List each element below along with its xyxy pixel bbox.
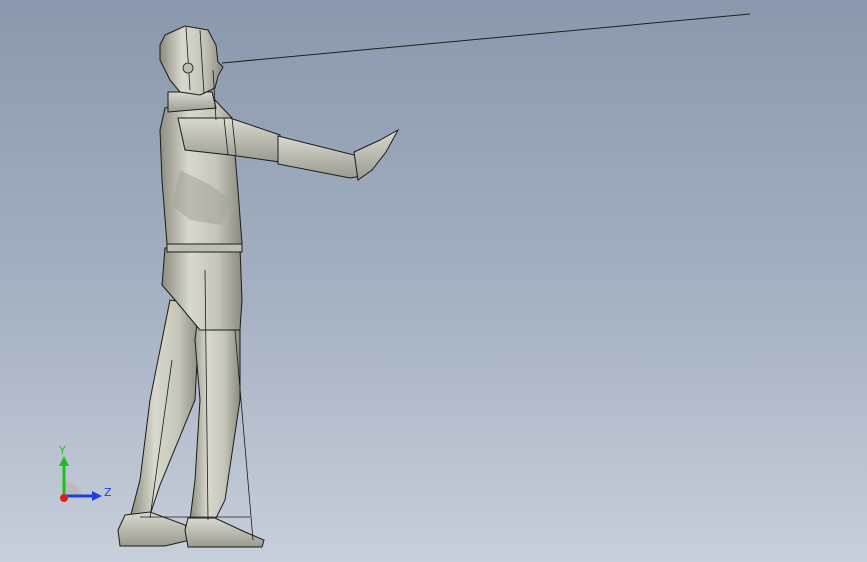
- triad-z-arrowhead: [92, 491, 102, 501]
- model-front-leg: [189, 299, 241, 521]
- coordinate-triad[interactable]: Y Z: [50, 440, 120, 510]
- triad-x-axis-dot: [60, 494, 68, 502]
- model-ear: [182, 62, 194, 74]
- model-hand: [353, 128, 400, 181]
- sight-line: [221, 13, 751, 64]
- triad-y-arrowhead: [59, 456, 69, 466]
- triad-plane-quadrant: [64, 481, 82, 496]
- triad-y-label: Y: [58, 444, 66, 457]
- cad-graphics-viewport[interactable]: Y Z: [0, 0, 867, 562]
- model-neck: [167, 91, 217, 113]
- model-scene[interactable]: [0, 0, 867, 562]
- leg-guide-line: [234, 329, 254, 541]
- model-forearm: [277, 135, 363, 179]
- triad-z-label: Z: [104, 486, 112, 499]
